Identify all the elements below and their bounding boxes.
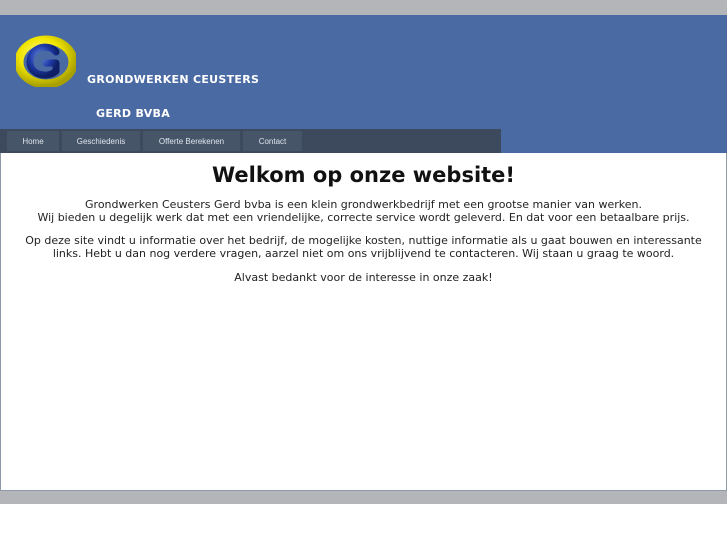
nav-item-offerte-berekenen[interactable]: Offerte Berekenen (143, 131, 240, 151)
info-paragraph: Op deze site vindt u informatie over het… (1, 234, 726, 260)
nav-item-home[interactable]: Home (7, 131, 59, 151)
bottom-band (0, 491, 727, 504)
intro-line-1: Grondwerken Ceusters Gerd bvba is een kl… (85, 198, 642, 211)
main-navigation: Home Geschiedenis Offerte Berekenen Cont… (0, 129, 501, 153)
info-line-1: Op deze site vindt u informatie over het… (25, 234, 702, 247)
company-name-line2: GERD BVBA (96, 107, 171, 120)
company-name-line1: GRONDWERKEN CEUSTERS (87, 73, 260, 86)
top-band (0, 0, 727, 15)
company-logo-icon[interactable] (14, 35, 78, 89)
info-line-2: links. Hebt u dan nog verdere vragen, aa… (52, 247, 675, 260)
main-content: Welkom op onze website! Grondwerken Ceus… (0, 153, 727, 491)
intro-paragraph: Grondwerken Ceusters Gerd bvba is een kl… (1, 198, 726, 224)
site-header: GRONDWERKEN CEUSTERS GERD BVBA Home Gesc… (0, 15, 727, 153)
nav-item-geschiedenis[interactable]: Geschiedenis (62, 131, 140, 151)
page-title: Welkom op onze website! (211, 163, 516, 187)
thanks-paragraph: Alvast bedankt voor de interesse in onze… (234, 271, 493, 284)
intro-line-2: Wij bieden u degelijk werk dat met een v… (37, 211, 690, 224)
nav-item-contact[interactable]: Contact (243, 131, 302, 151)
